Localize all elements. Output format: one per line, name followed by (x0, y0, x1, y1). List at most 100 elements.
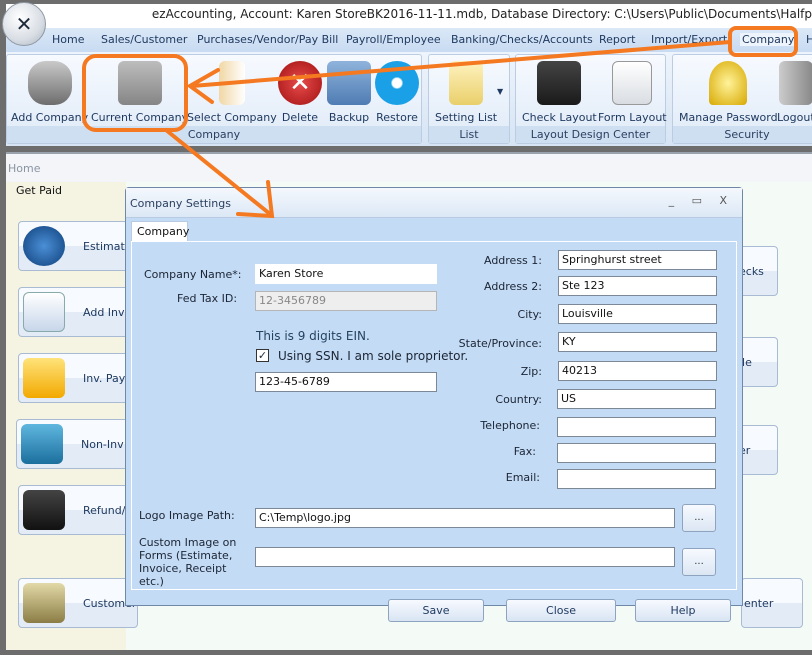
manage-password-button[interactable]: Manage Password (679, 61, 778, 124)
add-invoice-tile[interactable]: Add Invoice (18, 287, 139, 337)
check-layout-button[interactable]: Check Layout (522, 61, 597, 124)
delete-x-icon: ✕ (278, 61, 322, 105)
ribbon: Add Company Current Company Select Compa… (6, 52, 812, 146)
city-label: City: (517, 308, 542, 321)
address2-input[interactable]: Ste 123 (558, 276, 717, 296)
backup-folder-icon (327, 61, 371, 105)
ssn-checkbox[interactable]: ✓ (256, 349, 269, 362)
group-label: List (429, 126, 509, 143)
dialog-title: Company Settings (130, 197, 231, 210)
save-button[interactable]: Save (388, 599, 484, 622)
window-title: ezAccounting, Account: Karen StoreBK2016… (151, 7, 812, 21)
tab-purchases[interactable]: Purchases/Vendor/Pay Bill (197, 33, 338, 46)
document-icon (218, 61, 245, 105)
non-invoice-tile[interactable]: Non-Inv (16, 419, 136, 469)
tab-sales-customer[interactable]: Sales/Customer (101, 33, 187, 46)
company-name-label: Company Name*: (144, 268, 242, 281)
tab-company[interactable]: Company (740, 33, 797, 46)
address1-input[interactable]: Springhurst street (558, 250, 717, 270)
tab-help[interactable]: H (806, 33, 812, 46)
custom-image-input[interactable] (255, 547, 675, 567)
zip-label: Zip: (520, 365, 542, 378)
tab-report[interactable]: Report (599, 33, 635, 46)
envelope-add-icon (23, 358, 65, 398)
state-label: State/Province: (458, 337, 542, 350)
dropdown-arrow-icon[interactable]: ▼ (497, 87, 503, 96)
settings-list-icon (449, 61, 484, 105)
setting-list-button[interactable]: Setting List (435, 61, 497, 124)
logo-path-label: Logo Image Path: (139, 509, 235, 522)
fax-label: Fax: (513, 445, 536, 458)
tab-banking[interactable]: Banking/Checks/Accounts (451, 33, 593, 46)
group-label: Security (673, 126, 812, 143)
logo-path-input[interactable]: C:\Temp\logo.jpg (255, 508, 675, 528)
restore-disc-icon (375, 61, 419, 105)
title-bar: ezAccounting, Account: Karen StoreBK2016… (6, 4, 812, 28)
current-company-button[interactable]: Current Company (91, 61, 188, 124)
custom-image-browse-button[interactable]: ... (682, 548, 716, 576)
refund-credit-tile[interactable]: Refund/Credit (18, 485, 139, 535)
home-folder-icon (117, 61, 162, 105)
app-logo-icon: ✕ (15, 12, 33, 36)
state-input[interactable]: KY (558, 332, 717, 352)
city-input[interactable]: Louisville (558, 304, 717, 324)
custom-image-label: Custom Image on Forms (Estimate, Invoice… (139, 536, 237, 588)
folder-download-icon (23, 490, 65, 530)
ribbon-group-list: Setting List ▼ List (428, 54, 510, 144)
address2-label: Address 2: (483, 280, 542, 293)
logout-button[interactable]: Logout (777, 61, 812, 124)
group-label: Layout Design Center (516, 126, 665, 143)
invoice-payment-tile[interactable]: Inv. Payment (18, 353, 139, 403)
menu-bar: Home Sales/Customer Purchases/Vendor/Pay… (6, 28, 812, 52)
add-company-button[interactable]: Add Company (11, 61, 88, 124)
key-icon (709, 61, 748, 105)
ssn-checkbox-label[interactable]: Using SSN. I am sole proprietor. (278, 349, 468, 363)
fed-tax-id-input[interactable]: 12-3456789 (255, 291, 437, 311)
restore-button[interactable]: Restore (375, 61, 419, 124)
form-layout-button[interactable]: Form Layout (598, 61, 667, 124)
credit-card-dollar-icon (21, 424, 63, 464)
logout-door-icon (778, 61, 812, 105)
tab-home[interactable]: Home (52, 33, 84, 46)
ein-note: This is 9 digits EIN. (256, 329, 370, 343)
delete-button[interactable]: ✕ Delete (278, 61, 322, 124)
clock-icon (23, 226, 65, 266)
estimate-tile[interactable]: Estimate (18, 221, 138, 271)
company-name-input[interactable]: Karen Store (255, 264, 437, 284)
zip-input[interactable]: 40213 (558, 361, 717, 381)
form-list-icon (612, 61, 653, 105)
backup-button[interactable]: Backup (327, 61, 371, 124)
tab-company-settings[interactable]: Company (131, 221, 189, 241)
fed-tax-id-label: Fed Tax ID: (177, 292, 238, 305)
breadcrumb[interactable]: Home (8, 162, 40, 175)
customer-folder-icon (23, 583, 65, 623)
dialog-title-bar: Company Settings _ ▭ X (126, 188, 742, 218)
center-tile[interactable]: enter (741, 578, 803, 628)
customer-tile[interactable]: Customer (18, 578, 138, 628)
country-input[interactable]: US (557, 389, 716, 409)
ribbon-group-layout: Check Layout Form Layout Layout Design C… (515, 54, 667, 144)
address1-label: Address 1: (483, 254, 542, 267)
database-add-icon (27, 61, 72, 105)
select-company-button[interactable]: Select Company (187, 61, 277, 124)
country-label: Country: (495, 393, 542, 406)
tab-import-export[interactable]: Import/Export (651, 33, 727, 46)
ssn-input[interactable]: 123-45-6789 (255, 372, 437, 392)
fax-input[interactable] (557, 443, 716, 463)
company-settings-dialog: Company Settings _ ▭ X Company Company N… (125, 187, 743, 622)
telephone-input[interactable] (557, 417, 716, 437)
telephone-label: Telephone: (480, 419, 540, 432)
close-button[interactable]: Close (506, 599, 616, 622)
breadcrumb-bar: Home (6, 152, 812, 182)
email-label: Email: (505, 471, 540, 484)
email-input[interactable] (557, 469, 716, 489)
logo-browse-button[interactable]: ... (682, 504, 716, 532)
tab-payroll[interactable]: Payroll/Employee (346, 33, 441, 46)
window-controls[interactable]: _ ▭ X (669, 194, 734, 207)
get-paid-title: Get Paid (16, 184, 63, 197)
help-button[interactable]: Help (635, 599, 731, 622)
check-pen-icon (537, 61, 582, 105)
ribbon-group-company: Add Company Current Company Select Compa… (6, 54, 422, 144)
app-menu-orb[interactable]: ✕ (2, 2, 46, 46)
invoice-info-icon (23, 292, 65, 332)
